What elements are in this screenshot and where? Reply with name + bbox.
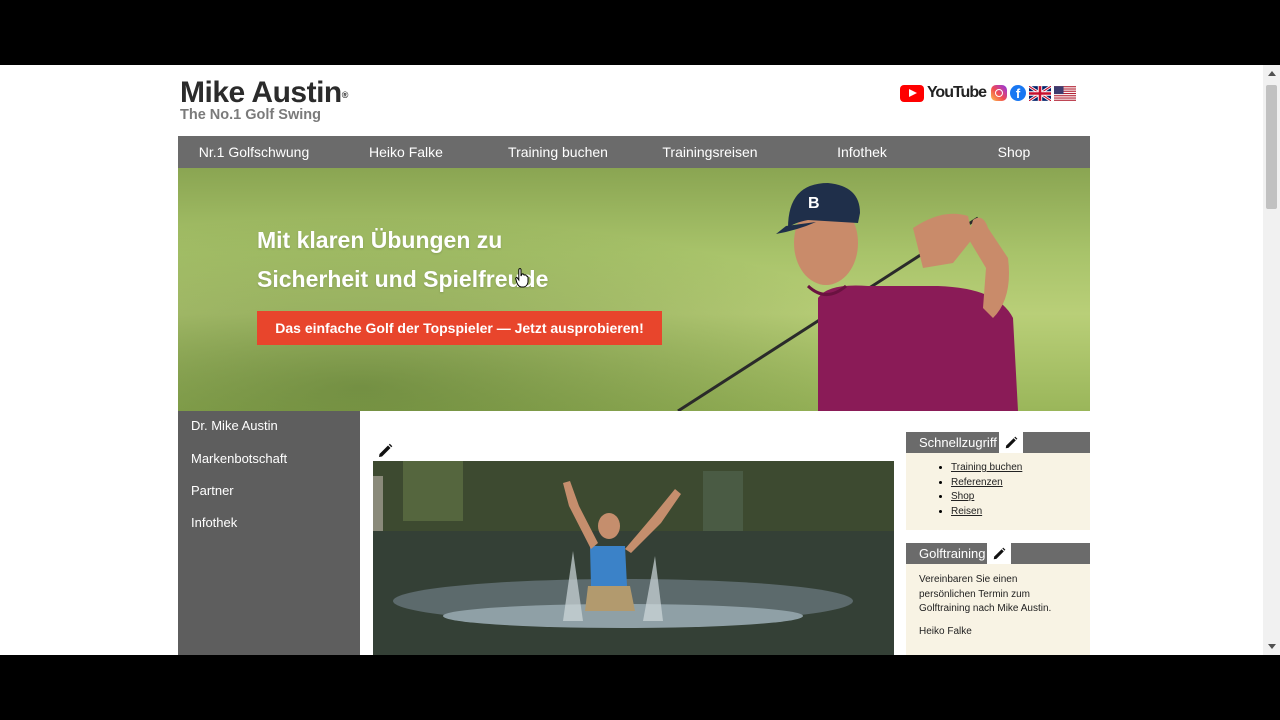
- sidebar-item-infothek[interactable]: Infothek: [178, 507, 360, 539]
- edit-pencil-icon[interactable]: [987, 543, 1011, 564]
- main-navigation: Nr.1 Golfschwung Heiko Falke Training bu…: [178, 136, 1090, 168]
- golf-training-signature: Heiko Falke: [919, 625, 972, 637]
- video-thumbnail: [373, 461, 894, 655]
- nav-item-heiko-falke[interactable]: Heiko Falke: [330, 136, 482, 168]
- hero-headline-line-1: Mit klaren Übungen zu: [257, 227, 503, 253]
- link-referenzen[interactable]: Referenzen: [951, 477, 1003, 488]
- logo-name: Mike Austin®: [180, 76, 348, 109]
- instagram-icon[interactable]: [991, 85, 1007, 101]
- golf-training-text: Vereinbaren Sie einen persönlichen Termi…: [919, 574, 1052, 614]
- hero-banner: B Mit klaren Übungen zu Sicherheit und S…: [178, 168, 1090, 411]
- golf-training-title: Golftraining: [919, 546, 986, 561]
- nav-item-shop[interactable]: Shop: [938, 136, 1090, 168]
- hand-cursor-icon: [515, 268, 529, 288]
- sidebar-item-markenbotschaft[interactable]: Markenbotschaft: [178, 443, 360, 475]
- quick-access-title: Schnellzugriff: [919, 435, 997, 450]
- cta-button[interactable]: Das einfache Golf der Topspieler — Jetzt…: [257, 311, 662, 345]
- list-item: Referenzen: [951, 476, 1090, 491]
- golf-training-box: Golftraining Vereinbaren Sie einen persö…: [906, 543, 1090, 655]
- edit-pencil-icon[interactable]: [377, 443, 393, 459]
- link-reisen[interactable]: Reisen: [951, 506, 982, 517]
- browser-viewport: Mike Austin® The No.1 Golf Swing YouTube…: [0, 65, 1280, 655]
- sidebar-item-mike-austin[interactable]: Dr. Mike Austin: [178, 411, 360, 443]
- scrollbar-thumb[interactable]: [1266, 85, 1277, 209]
- youtube-icon[interactable]: [899, 84, 924, 102]
- scroll-down-icon[interactable]: [1263, 638, 1280, 655]
- golfer-photo: B: [677, 183, 1018, 411]
- quick-access-links: Training buchen Referenzen Shop Reisen: [906, 453, 1090, 527]
- hero-headline-line-2: Sicherheit und Spielfreude: [257, 266, 549, 292]
- svg-text:B: B: [808, 195, 820, 212]
- sidebar-item-partner[interactable]: Partner: [178, 475, 360, 507]
- left-sidebar: Dr. Mike Austin Markenbotschaft Partner …: [178, 411, 360, 655]
- link-shop[interactable]: Shop: [951, 491, 974, 502]
- list-item: Reisen: [951, 505, 1090, 520]
- social-links: YouTube f: [899, 84, 1076, 102]
- quick-access-header: Schnellzugriff: [906, 432, 1090, 453]
- nav-item-trainingsreisen[interactable]: Trainingsreisen: [634, 136, 786, 168]
- site-logo[interactable]: Mike Austin® The No.1 Golf Swing: [180, 76, 348, 124]
- scroll-up-icon[interactable]: [1263, 65, 1280, 82]
- video-player[interactable]: [373, 461, 894, 655]
- golf-training-header: Golftraining: [906, 543, 1090, 564]
- link-training-buchen[interactable]: Training buchen: [951, 462, 1022, 473]
- nav-item-training-buchen[interactable]: Training buchen: [482, 136, 634, 168]
- us-flag-icon[interactable]: [1054, 85, 1076, 101]
- logo-tagline: The No.1 Golf Swing: [180, 107, 321, 123]
- facebook-icon[interactable]: f: [1010, 85, 1026, 101]
- youtube-link[interactable]: YouTube: [927, 84, 987, 102]
- nav-item-infothek[interactable]: Infothek: [786, 136, 938, 168]
- vertical-scrollbar[interactable]: [1263, 65, 1280, 655]
- uk-flag-icon[interactable]: [1029, 85, 1051, 101]
- edit-pencil-icon[interactable]: [999, 432, 1023, 453]
- hero-headline: Mit klaren Übungen zu Sicherheit und Spi…: [257, 221, 548, 299]
- quick-access-box: Schnellzugriff Training buchen Referenze…: [906, 432, 1090, 530]
- nav-item-golfschwung[interactable]: Nr.1 Golfschwung: [178, 136, 330, 168]
- list-item: Shop: [951, 490, 1090, 505]
- list-item: Training buchen: [951, 461, 1090, 476]
